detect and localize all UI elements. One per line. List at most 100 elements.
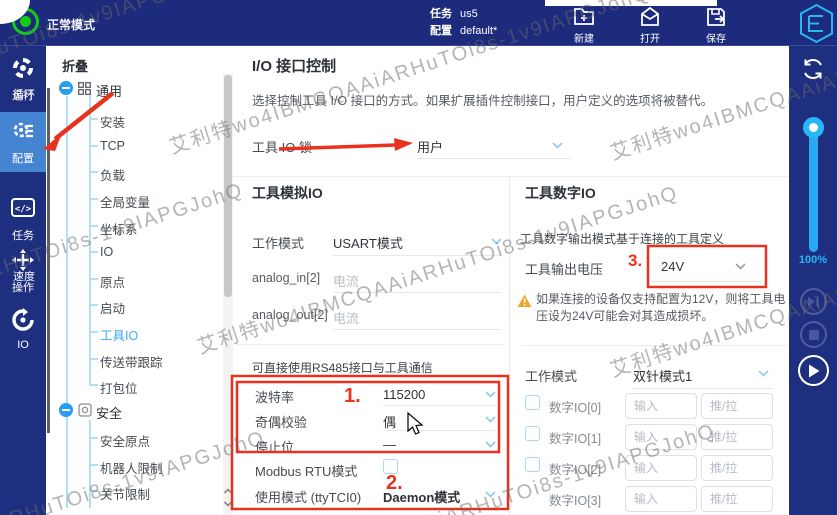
tree-collapse-safety-icon[interactable]	[59, 403, 73, 417]
brand-logo	[798, 3, 835, 49]
digital-io-0-label: 数字IO[0]	[549, 397, 601, 416]
tool-voltage-select[interactable]: 24V	[661, 259, 684, 274]
tree-item-robot-limits[interactable]: 机器人限制	[100, 458, 163, 477]
analog-in-label: analog_in[2]	[252, 271, 320, 285]
save-icon	[704, 5, 728, 29]
annotation-number-1: 1.	[344, 385, 361, 408]
robot-mode-label: 正常模式	[47, 16, 95, 33]
step-forward-icon	[807, 296, 820, 307]
tree-item-global-vars[interactable]: 全局变量	[100, 192, 150, 211]
analog-work-mode-select[interactable]: USART模式	[333, 233, 403, 252]
speed-label: 速度	[0, 268, 48, 284]
content-scrollbar-thumb[interactable]	[224, 75, 232, 297]
digital-io-0-input-field[interactable]	[625, 393, 697, 419]
loop-icon[interactable]	[800, 56, 826, 82]
open-button-label: 打开	[624, 30, 676, 45]
digital-io-0-checkbox[interactable]	[525, 395, 540, 410]
digital-io-2-input-field[interactable]	[625, 455, 697, 481]
step-button[interactable]	[800, 288, 827, 315]
analog-out-value: 电流	[333, 308, 359, 327]
tree-collapse-general-icon[interactable]	[59, 81, 73, 95]
analog-out-label: analog_out[2]	[252, 308, 328, 322]
chevron-down-icon[interactable]	[485, 416, 496, 423]
scrollbar-arrows[interactable]	[222, 485, 234, 511]
stop-button[interactable]	[800, 321, 827, 348]
speed-slider-track[interactable]	[809, 122, 818, 252]
play-icon	[808, 364, 820, 378]
tree-item-install[interactable]: 安装	[100, 112, 125, 131]
open-button[interactable]: 打开	[624, 4, 676, 45]
tree-item-conveyor[interactable]: 传送带跟踪	[100, 352, 163, 371]
screen-artifact-top	[545, 0, 717, 6]
digital-io-1-input-field[interactable]	[625, 424, 697, 450]
grid-icon	[78, 82, 91, 95]
watermark: 艾利特wo4IBMCQAAiARHuTOi8s-1v9IAPGJohQ	[193, 176, 681, 359]
config-value: default*	[460, 25, 497, 37]
analog-io-section-title: 工具模拟IO	[252, 183, 323, 203]
sidebar-item-config[interactable]: 配置	[0, 119, 46, 166]
tree-root-line	[66, 96, 68, 508]
stop-bit-select[interactable]: —	[383, 437, 396, 452]
tree-item-home[interactable]: 原点	[100, 272, 125, 291]
sidebar-item-io[interactable]: IO	[0, 308, 46, 351]
digital-io-1-pushpull-field[interactable]	[701, 424, 773, 450]
annotation-number-3: 3.	[628, 251, 642, 271]
tree-node-general[interactable]: 通用	[96, 81, 122, 100]
baud-rate-label: 波特率	[255, 387, 294, 406]
chevron-down-icon[interactable]	[735, 263, 746, 270]
chevron-down-icon[interactable]	[485, 391, 496, 398]
tree-item-tcp[interactable]: TCP	[100, 139, 125, 153]
sidebar-item-label: IO	[0, 339, 46, 351]
folder-plus-icon	[572, 5, 596, 29]
parity-select[interactable]: 偶	[383, 412, 396, 431]
task-value: us5	[460, 8, 478, 20]
save-button[interactable]: 保存	[690, 4, 742, 45]
svg-text:</>: </>	[15, 205, 32, 215]
digital-io-note: 工具数字输出模式基于连接的工具定义	[520, 230, 724, 247]
tree-item-payload[interactable]: 负载	[100, 165, 125, 184]
digital-io-1-checkbox[interactable]	[525, 426, 540, 441]
modbus-rtu-label: Modbus RTU模式	[255, 461, 357, 480]
digital-io-2-checkbox[interactable]	[525, 457, 540, 472]
task-label: 任务	[430, 8, 452, 20]
new-button[interactable]: 新建	[558, 4, 610, 45]
chevron-down-icon[interactable]	[485, 441, 496, 448]
gear-list-icon	[11, 119, 35, 143]
chevron-down-icon[interactable]	[485, 491, 496, 498]
tree-item-joint-limits[interactable]: 关节限制	[100, 484, 150, 503]
chevron-down-icon[interactable]	[491, 238, 502, 245]
analog-work-mode-label: 工作模式	[252, 233, 304, 252]
chevron-down-icon[interactable]	[758, 370, 769, 377]
task-config-meta: 任务 us5 配置 default*	[430, 6, 497, 40]
baud-rate-select[interactable]: 115200	[383, 387, 425, 402]
speed-percent: 100%	[789, 254, 837, 266]
tree-node-safety[interactable]: 安全	[96, 403, 122, 422]
tool-io-lock-label: 工具 IO 锁	[252, 137, 312, 156]
tool-io-lock-select[interactable]: 用户	[417, 137, 443, 156]
speed-slider-handle[interactable]	[803, 117, 824, 138]
tree-item-safety-home[interactable]: 安全原点	[100, 431, 150, 450]
open-envelope-icon	[638, 5, 662, 29]
tree-item-packing[interactable]: 打包位	[100, 378, 138, 397]
config-label: 配置	[430, 25, 452, 37]
digital-io-2-pushpull-field[interactable]	[701, 455, 773, 481]
sidebar-item-task[interactable]: </> 任务	[0, 196, 46, 243]
tree-item-tool-io[interactable]: 工具IO	[100, 325, 138, 344]
play-button[interactable]	[798, 355, 829, 386]
tree-collapse-toggle[interactable]: 折叠	[62, 56, 88, 75]
tree-item-startup[interactable]: 启动	[100, 298, 125, 317]
chevron-down-icon[interactable]	[552, 142, 563, 149]
digital-io-0-pushpull-field[interactable]	[701, 393, 773, 419]
tree-scrollbar[interactable]	[47, 88, 50, 433]
digital-io-3-input-field[interactable]	[625, 486, 697, 512]
tree-item-io[interactable]: IO	[100, 245, 113, 259]
parity-label: 奇偶校验	[255, 412, 307, 431]
digital-work-mode-select[interactable]: 双针模式1	[633, 366, 692, 385]
tool-voltage-label: 工具输出电压	[525, 259, 603, 278]
digital-io-3-label: 数字IO[3]	[549, 490, 601, 509]
warning-icon	[517, 294, 532, 308]
digital-io-3-pushpull-field[interactable]	[701, 486, 773, 512]
annotation-number-2: 2.	[386, 472, 403, 495]
tree-item-coord[interactable]: 坐标系	[100, 219, 138, 238]
digital-io-2-label: 数字IO[2]	[549, 459, 601, 478]
